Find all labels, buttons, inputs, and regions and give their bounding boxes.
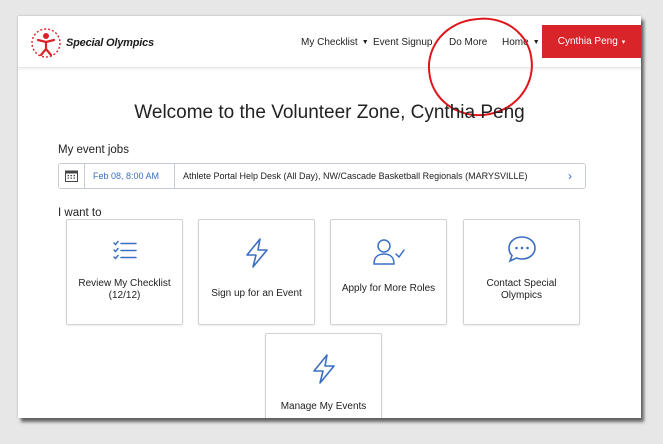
review-checklist-label: Review My Checklist (12/12) bbox=[78, 278, 171, 301]
i-want-to-heading: I want to bbox=[58, 207, 102, 219]
apply-roles-card[interactable]: Apply for More Roles bbox=[330, 219, 447, 325]
page-title: Welcome to the Volunteer Zone, Cynthia P… bbox=[134, 102, 525, 123]
nav-home-label: Home bbox=[502, 36, 529, 48]
user-menu-button[interactable]: Cynthia Peng ▾ bbox=[542, 25, 641, 58]
brand-logo[interactable]: Special Olympics bbox=[30, 26, 160, 60]
nav-home[interactable]: Home ▼ bbox=[502, 16, 540, 68]
manage-events-label: Manage My Events bbox=[280, 401, 367, 412]
event-job-row[interactable]: Feb 08, 8:00 AM Athlete Portal Help Desk… bbox=[58, 163, 586, 189]
lightning-icon bbox=[199, 238, 314, 268]
sign-up-event-label: Sign up for an Event bbox=[211, 288, 302, 299]
chevron-down-icon: ▼ bbox=[361, 38, 369, 46]
user-check-icon bbox=[331, 238, 446, 266]
nav-event-signup[interactable]: Event Signup bbox=[373, 16, 433, 68]
contact-label: Contact Special Olympics bbox=[486, 278, 557, 301]
apply-roles-label: Apply for More Roles bbox=[341, 283, 436, 294]
chevron-down-icon: ▼ bbox=[532, 38, 540, 46]
top-navbar: Special Olympics My Checklist ▼ Event Si… bbox=[18, 16, 641, 68]
brand-name: Special Olympics bbox=[66, 37, 154, 49]
checklist-icon bbox=[67, 240, 182, 262]
app-window: Special Olympics My Checklist ▼ Event Si… bbox=[18, 16, 641, 418]
chevron-right-icon[interactable]: › bbox=[555, 169, 585, 183]
review-checklist-card[interactable]: Review My Checklist (12/12) bbox=[66, 219, 183, 325]
nav-my-checklist[interactable]: My Checklist ▼ bbox=[301, 16, 369, 68]
calendar-icon bbox=[59, 164, 85, 188]
manage-events-card[interactable]: Manage My Events bbox=[265, 333, 382, 418]
event-job-date: Feb 08, 8:00 AM bbox=[85, 164, 175, 188]
nav-my-checklist-label: My Checklist bbox=[301, 36, 358, 48]
lightning-icon bbox=[266, 354, 381, 384]
event-jobs-heading: My event jobs bbox=[58, 144, 129, 156]
nav-do-more-label: Do More bbox=[449, 36, 488, 48]
special-olympics-logo-icon bbox=[31, 28, 61, 58]
sign-up-event-card[interactable]: Sign up for an Event bbox=[198, 219, 315, 325]
nav-do-more[interactable]: Do More bbox=[449, 16, 487, 68]
event-job-title: Athlete Portal Help Desk (All Day), NW/C… bbox=[183, 171, 528, 181]
nav-event-signup-label: Event Signup bbox=[373, 36, 433, 48]
user-name: Cynthia Peng bbox=[557, 36, 618, 47]
chat-bubble-icon bbox=[464, 235, 579, 263]
chevron-down-icon: ▾ bbox=[621, 38, 626, 46]
contact-card[interactable]: Contact Special Olympics bbox=[463, 219, 580, 325]
